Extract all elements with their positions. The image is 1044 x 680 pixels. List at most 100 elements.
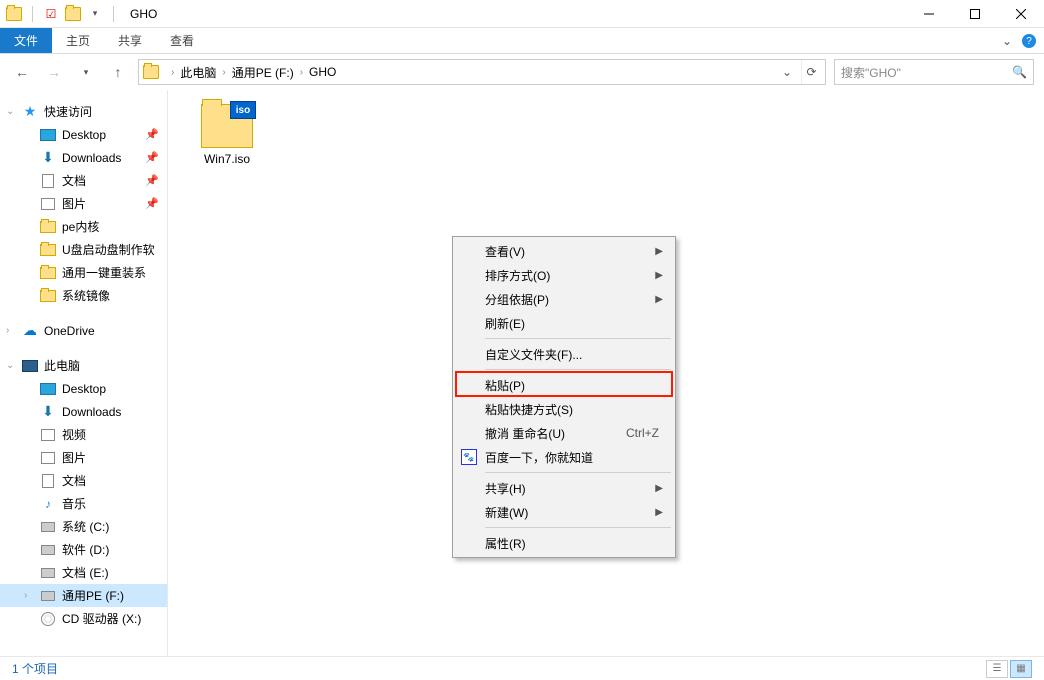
menu-view[interactable]: 查看(V)▶ (455, 239, 673, 263)
document-icon (40, 473, 56, 489)
menu-paste[interactable]: 粘贴(P) (455, 373, 673, 397)
tree-reinstall[interactable]: 通用一键重装系 (0, 261, 167, 284)
baidu-icon: 🐾 (461, 449, 477, 465)
tree-pc-music[interactable]: ♪音乐 (0, 492, 167, 515)
cloud-icon: ☁ (22, 323, 38, 339)
tree-label: 通用一键重装系 (62, 264, 146, 281)
tree-drive-e[interactable]: 文档 (E:) (0, 561, 167, 584)
tree-drive-f[interactable]: ›通用PE (F:) (0, 584, 167, 607)
file-name: Win7.iso (204, 152, 250, 166)
nav-up-button[interactable]: ↑ (106, 60, 130, 84)
menu-properties[interactable]: 属性(R) (455, 531, 673, 555)
tree-pc-pictures[interactable]: 图片 (0, 446, 167, 469)
address-bar[interactable]: › 此电脑 › 通用PE (F:) › GHO ⌄ ⟳ (138, 59, 826, 85)
menu-separator (485, 369, 671, 370)
tree-drive-c[interactable]: 系统 (C:) (0, 515, 167, 538)
ribbon-expand-icon[interactable]: ⌄ (1002, 34, 1012, 48)
menu-refresh[interactable]: 刷新(E) (455, 311, 673, 335)
disk-icon (40, 519, 56, 535)
close-button[interactable] (998, 0, 1044, 28)
desktop-icon (40, 381, 56, 397)
app-icon[interactable] (6, 6, 22, 22)
tree-pc-downloads[interactable]: ⬇Downloads (0, 400, 167, 423)
menu-label: 自定义文件夹(F)... (485, 346, 582, 363)
iso-badge: iso (230, 101, 256, 119)
tree-pictures[interactable]: 图片📌 (0, 192, 167, 215)
tree-downloads[interactable]: ⬇Downloads📌 (0, 146, 167, 169)
tree-label: 视频 (62, 426, 86, 443)
refresh-button[interactable]: ⟳ (801, 60, 821, 84)
tree-pc-desktop[interactable]: Desktop (0, 377, 167, 400)
address-dropdown-icon[interactable]: ⌄ (777, 60, 797, 84)
tree-drive-cd[interactable]: CD 驱动器 (X:) (0, 607, 167, 630)
document-icon (40, 173, 56, 189)
menu-label: 排序方式(O) (485, 267, 550, 284)
menu-share[interactable]: 共享(H)▶ (455, 476, 673, 500)
menu-shortcut: Ctrl+Z (626, 426, 659, 440)
crumb-drive[interactable]: 通用PE (F:) (232, 64, 294, 81)
search-icon[interactable]: 🔍 (1012, 65, 1027, 79)
expander-icon[interactable]: › (24, 590, 36, 601)
menu-label: 共享(H) (485, 480, 526, 497)
tree-pc-video[interactable]: 视频 (0, 423, 167, 446)
crumb-sep-icon[interactable]: › (294, 67, 309, 78)
tree-pe-kernel[interactable]: pe内核 (0, 215, 167, 238)
tree-drive-d[interactable]: 软件 (D:) (0, 538, 167, 561)
tree-pc-documents[interactable]: 文档 (0, 469, 167, 492)
minimize-button[interactable] (906, 0, 952, 28)
menu-separator (485, 472, 671, 473)
menu-baidu[interactable]: 🐾百度一下，你就知道 (455, 445, 673, 469)
disk-icon (40, 588, 56, 604)
tree-onedrive[interactable]: ›☁OneDrive (0, 319, 167, 342)
menu-label: 查看(V) (485, 243, 525, 260)
tree-label: 图片 (62, 195, 86, 212)
maximize-button[interactable] (952, 0, 998, 28)
tree-this-pc[interactable]: ⌄此电脑 (0, 354, 167, 377)
folder-icon (40, 265, 56, 281)
qa-properties-icon[interactable]: ☑ (43, 6, 59, 22)
menu-undo-rename[interactable]: 撤消 重命名(U)Ctrl+Z (455, 421, 673, 445)
qa-dropdown-icon[interactable]: ▾ (87, 6, 103, 22)
tree-sys-image[interactable]: 系统镜像 (0, 284, 167, 307)
tree-desktop[interactable]: Desktop📌 (0, 123, 167, 146)
search-input[interactable]: 搜索"GHO" 🔍 (834, 59, 1034, 85)
nav-back-button[interactable]: ← (10, 60, 34, 84)
menu-group[interactable]: 分组依据(P)▶ (455, 287, 673, 311)
tree-documents[interactable]: 文档📌 (0, 169, 167, 192)
folder-icon (40, 219, 56, 235)
tree-label: 系统镜像 (62, 287, 110, 304)
qa-newfolder-icon[interactable] (65, 6, 81, 22)
nav-recent-dropdown[interactable]: ▾ (74, 60, 98, 84)
navigation-pane[interactable]: ⌄★快速访问 Desktop📌 ⬇Downloads📌 文档📌 图片📌 pe内核… (0, 90, 168, 656)
tree-usb-boot[interactable]: U盘启动盘制作软 (0, 238, 167, 261)
expander-icon[interactable]: ⌄ (6, 360, 18, 371)
folder-icon (40, 288, 56, 304)
ribbon-home-tab[interactable]: 主页 (52, 28, 104, 53)
status-item-count: 1 个项目 (12, 660, 58, 677)
menu-customize[interactable]: 自定义文件夹(F)... (455, 342, 673, 366)
ribbon-share-tab[interactable]: 共享 (104, 28, 156, 53)
crumb-this-pc[interactable]: 此电脑 (180, 64, 216, 81)
picture-icon (40, 196, 56, 212)
tree-quick-access[interactable]: ⌄★快速访问 (0, 100, 167, 123)
qa-separator-2 (113, 6, 114, 22)
expander-icon[interactable]: ⌄ (6, 106, 18, 117)
expander-icon[interactable]: › (6, 325, 18, 336)
view-details-button[interactable]: ☰ (986, 660, 1008, 678)
view-icons-button[interactable]: ▦ (1010, 660, 1032, 678)
crumb-sep-icon[interactable]: › (165, 67, 180, 78)
pin-icon: 📌 (145, 174, 159, 187)
ribbon-view-tab[interactable]: 查看 (156, 28, 208, 53)
ribbon-file-tab[interactable]: 文件 (0, 28, 52, 53)
help-icon[interactable]: ? (1022, 34, 1036, 48)
menu-sort[interactable]: 排序方式(O)▶ (455, 263, 673, 287)
crumb-sep-icon[interactable]: › (216, 67, 231, 78)
menu-new[interactable]: 新建(W)▶ (455, 500, 673, 524)
nav-forward-button[interactable]: → (42, 60, 66, 84)
file-item[interactable]: iso Win7.iso (188, 104, 266, 166)
crumb-folder[interactable]: GHO (309, 65, 336, 79)
iso-file-icon: iso (201, 104, 253, 148)
tree-label: Desktop (62, 382, 106, 396)
status-bar: 1 个项目 ☰ ▦ (0, 656, 1044, 680)
menu-paste-shortcut[interactable]: 粘贴快捷方式(S) (455, 397, 673, 421)
